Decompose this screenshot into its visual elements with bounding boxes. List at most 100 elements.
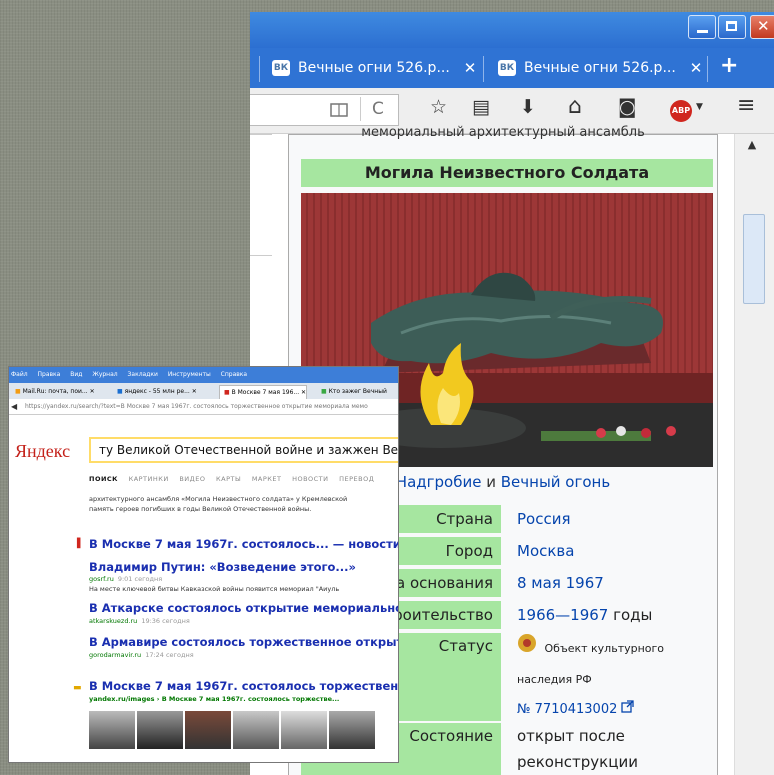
reload-icon[interactable]: C	[372, 99, 384, 119]
tab-mailru[interactable]: ■ Mail.Ru: почта, пои... ✕	[11, 385, 95, 398]
result-2-title[interactable]: В Аткарске состоялось открытие мемориаль…	[89, 601, 398, 615]
images-url: yandex.ru/images › В Москве 7 мая 1967г.…	[89, 695, 340, 703]
condition-line-1: открыт после	[517, 727, 625, 745]
images-icon: ▬	[73, 683, 82, 693]
result-3-title[interactable]: В Армавире состоялось торжественное откр…	[89, 635, 398, 649]
url-bar[interactable]: C	[250, 94, 399, 126]
chevron-down-icon[interactable]: ▼	[696, 102, 703, 112]
menu-edit[interactable]: Правка	[38, 371, 61, 378]
images-title-link[interactable]: В Москве 7 мая 1967г. состоялось торжест…	[89, 679, 398, 693]
scroll-up-arrow-icon[interactable]: ▲	[743, 138, 761, 154]
address-url: https://yandex.ru/search/?text=В Москве …	[25, 403, 368, 410]
minimize-button[interactable]	[688, 15, 716, 39]
small-address-bar[interactable]: ◀ https://yandex.ru/search/?text=В Москв…	[9, 399, 398, 415]
nav-market[interactable]: МАРКЕТ	[252, 475, 282, 483]
bookmarks-list-icon[interactable]: ▤	[472, 96, 490, 118]
pocket-icon[interactable]: ◙	[618, 96, 636, 118]
nav-maps[interactable]: КАРТЫ	[216, 475, 241, 483]
menu-hamburger-icon[interactable]: ≡	[737, 93, 755, 118]
menu-history[interactable]: Журнал	[92, 371, 117, 378]
tab-yandex[interactable]: ■ яндекс - 55 млн ре... ✕	[113, 385, 197, 398]
menu-help[interactable]: Справка	[221, 371, 247, 378]
result-1-title[interactable]: Владимир Путин: «Возведение этого...»	[89, 560, 356, 574]
row-value-link[interactable]: 1966—1967	[517, 606, 608, 624]
close-window-button[interactable]	[750, 15, 774, 39]
nav-translate[interactable]: ПЕРЕВОД	[339, 475, 374, 483]
download-icon[interactable]: ⬇	[520, 96, 536, 118]
home-icon[interactable]: ⌂	[568, 94, 582, 119]
bookmark-star-icon[interactable]: ☆	[430, 96, 447, 118]
search-input[interactable]: ту Великой Отечественной войне и зажжен …	[89, 437, 398, 463]
condition-line-2: реконструкции	[517, 753, 638, 771]
caption-link-tombstone[interactable]: Надгробие	[396, 473, 482, 491]
thumbnail[interactable]	[233, 711, 279, 749]
yandex-browser-window: Файл Правка Вид Журнал Закладки Инструме…	[8, 366, 399, 763]
small-tab-bar: ■ Mail.Ru: почта, пои... ✕ ■ яндекс - 55…	[9, 383, 398, 399]
nav-news[interactable]: НОВОСТИ	[292, 475, 328, 483]
news-icon: ▌	[77, 539, 84, 549]
maximize-button[interactable]	[718, 15, 746, 39]
row-value: открыт после реконструкции	[517, 723, 638, 775]
yandex-logo[interactable]: Яндекс	[15, 441, 70, 462]
menu-view[interactable]: Вид	[70, 371, 82, 378]
tab-label: Вечные огни 526.р...	[298, 60, 450, 76]
scrollbar-thumb[interactable]	[743, 214, 765, 304]
tab-close-icon[interactable]: ✕	[464, 59, 477, 77]
menu-bar: Файл Правка Вид Журнал Закладки Инструме…	[9, 367, 398, 383]
nav-images[interactable]: КАРТИНКИ	[129, 475, 169, 483]
tab-bar: ВК Вечные огни 526.р... ✕ ВК Вечные огни…	[250, 48, 774, 88]
nav-search[interactable]: ПОИСК	[89, 475, 118, 483]
adblock-plus-icon[interactable]: ABP	[670, 100, 692, 122]
yandex-results-page: Яндекс ту Великой Отечественной войне и …	[9, 415, 398, 762]
result-2-url: atkarskuezd.ru 19:36 сегодня	[89, 617, 190, 625]
menu-file[interactable]: Файл	[11, 371, 28, 378]
vk-icon: ВК	[272, 60, 290, 76]
menu-tools[interactable]: Инструменты	[168, 371, 211, 378]
result-3-url: gorodarmavir.ru 17:24 сегодня	[89, 651, 194, 659]
external-link-icon[interactable]	[621, 695, 634, 725]
news-title-link[interactable]: В Москве 7 мая 1967г. состоялось... — но…	[89, 537, 398, 551]
infobox-title: Могила Неизвестного Солдата	[301, 159, 713, 187]
coat-of-arms-icon	[517, 633, 537, 665]
reader-view-icon[interactable]	[330, 102, 348, 121]
thumbnail[interactable]	[137, 711, 183, 749]
row-value: 1966—1967 годы	[517, 601, 652, 629]
thumbnail[interactable]	[329, 711, 375, 749]
thumbnail[interactable]	[89, 711, 135, 749]
tab-separator	[259, 56, 260, 82]
row-value-link[interactable]: 8 мая 1967	[517, 569, 604, 597]
title-bar	[250, 12, 774, 48]
status-text-2: наследия РФ	[517, 673, 592, 686]
tab-separator	[707, 56, 708, 82]
search-nav: ПОИСК КАРТИНКИ ВИДЕО КАРТЫ МАРКЕТ НОВОСТ…	[89, 475, 382, 483]
vk-icon: ВК	[498, 60, 516, 76]
image-thumbnails	[89, 711, 398, 751]
heritage-number-link[interactable]: № 7710413002	[517, 702, 617, 717]
tab-eternal-flame[interactable]: ■ Кто зажег Вечный	[317, 385, 387, 398]
vertical-scrollbar[interactable]: ▲	[734, 134, 774, 775]
nav-video[interactable]: ВИДЕО	[179, 475, 205, 483]
caption-link-eternal-flame[interactable]: Вечный огонь	[501, 473, 610, 491]
tab-moscow-active[interactable]: ■ В Москве 7 мая 196... ✕	[219, 385, 308, 399]
new-tab-button[interactable]: +	[720, 53, 738, 78]
tab-close-icon[interactable]: ✕	[690, 59, 703, 77]
snippet-line-1: архитектурного ансамбля «Могила Неизвест…	[89, 495, 348, 503]
row-value-suffix: годы	[608, 606, 653, 624]
tab-vk-2[interactable]: ВК Вечные огни 526.р... ✕	[498, 56, 702, 80]
row-value-link[interactable]: Москва	[517, 537, 574, 565]
thumbnail[interactable]	[281, 711, 327, 749]
thumbnail[interactable]	[185, 711, 231, 749]
tab-separator	[483, 56, 484, 82]
status-text: Объект культурного	[544, 642, 665, 655]
tab-label: Вечные огни 526.р...	[524, 60, 676, 76]
result-1-snippet: На месте ключевой битвы Кавказской войны…	[89, 585, 340, 593]
infobox-subtitle: мемориальный архитектурный ансамбль	[361, 125, 645, 140]
snippet-line-2: память героев погибших в годы Великой От…	[89, 505, 312, 513]
row-value-link[interactable]: Россия	[517, 505, 571, 533]
row-value: Объект культурного наследия РФ № 7710413…	[517, 633, 713, 725]
back-arrow-icon[interactable]: ◀	[11, 399, 17, 414]
result-1-url: gosrf.ru 9:01 сегодня	[89, 575, 163, 583]
caption-and: и	[481, 473, 501, 491]
tab-vk-1[interactable]: ВК Вечные огни 526.р... ✕	[272, 56, 476, 80]
menu-bookmarks[interactable]: Закладки	[128, 371, 158, 378]
